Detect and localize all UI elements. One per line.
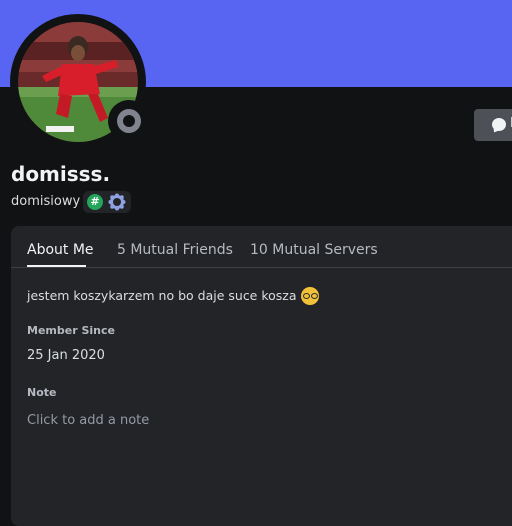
message-button[interactable]: M: [474, 109, 512, 141]
status-indicator: [108, 100, 150, 142]
bio: jestem koszykarzem no bo daje suce kosza: [27, 287, 319, 305]
badge-list: #: [83, 191, 131, 213]
active-tab-indicator: [27, 265, 86, 267]
username: domisiowy: [11, 194, 81, 209]
member-since-heading: Member Since: [27, 324, 115, 337]
bio-text: jestem koszykarzem no bo daje suce kosza: [27, 288, 297, 303]
display-name: domisss.: [11, 162, 111, 186]
note-heading: Note: [27, 386, 57, 399]
tab-about-me[interactable]: About Me: [27, 242, 94, 258]
offline-status-icon: [117, 109, 141, 133]
tab-mutual-friends[interactable]: 5 Mutual Friends: [117, 242, 233, 258]
hashtag-badge-icon[interactable]: #: [87, 194, 103, 210]
avatar-frame: [10, 14, 150, 150]
member-since-date: 25 Jan 2020: [27, 348, 105, 363]
gear-badge-icon[interactable]: [108, 193, 126, 211]
profile-card: About Me 5 Mutual Friends 10 Mutual Serv…: [11, 226, 512, 526]
chat-bubble-icon: [492, 118, 506, 131]
tab-mutual-servers[interactable]: 10 Mutual Servers: [250, 242, 378, 258]
profile-tabs: About Me 5 Mutual Friends 10 Mutual Serv…: [11, 226, 512, 268]
nerd-face-emoji-icon: [300, 287, 319, 305]
note-input[interactable]: [25, 409, 325, 431]
